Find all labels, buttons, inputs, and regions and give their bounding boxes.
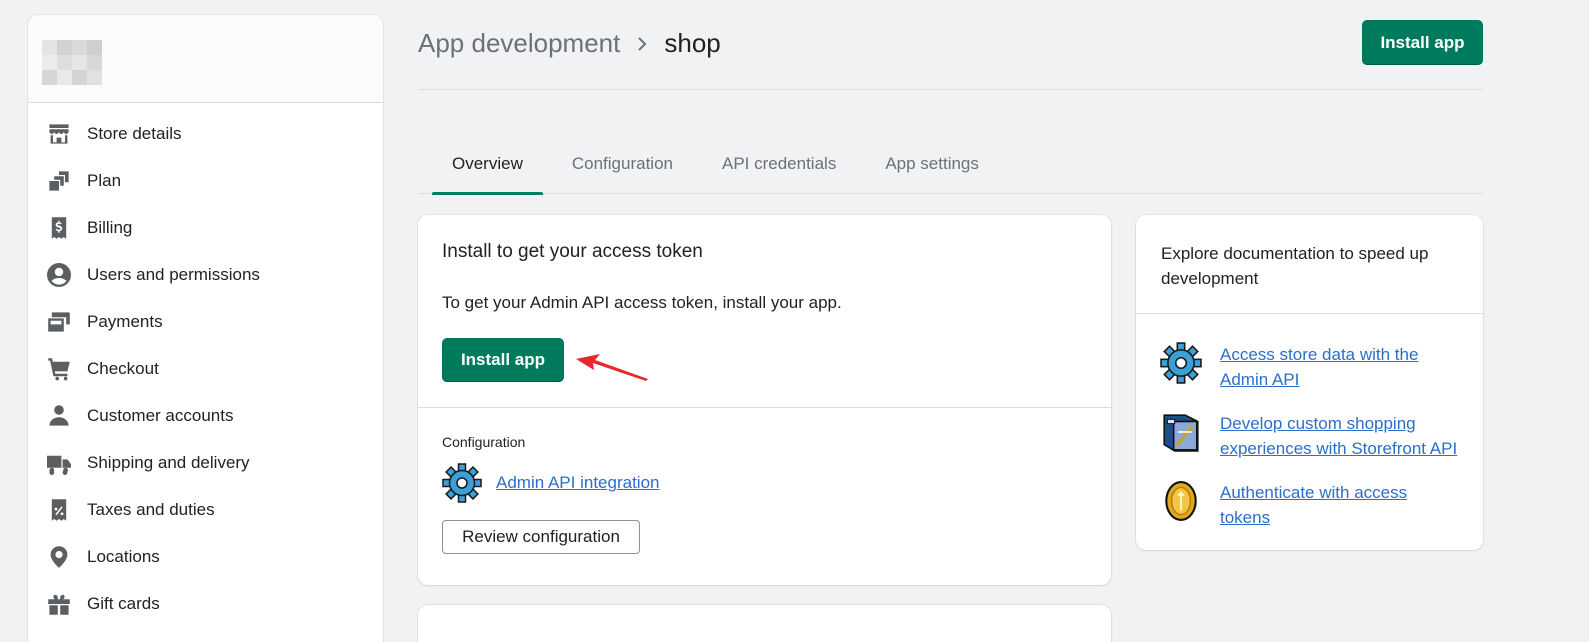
- header-install-app-button[interactable]: Install app: [1362, 20, 1483, 65]
- admin-api-integration-link[interactable]: Admin API integration: [496, 473, 659, 493]
- sidebar-item-shipping-and-delivery[interactable]: Shipping and delivery: [28, 439, 383, 486]
- billing-icon: [46, 215, 72, 241]
- sidebar-item-plan[interactable]: Plan: [28, 157, 383, 204]
- tab-api-credentials[interactable]: API credentials: [702, 142, 856, 194]
- next-card: [418, 605, 1111, 642]
- sidebar-item-locations[interactable]: Locations: [28, 533, 383, 580]
- sidebar-item-payments[interactable]: Payments: [28, 298, 383, 345]
- store-logo: [42, 40, 102, 85]
- gear-icon: [1160, 342, 1202, 384]
- install-card: Install to get your access token To get …: [418, 215, 1111, 585]
- doc-link-access-tokens[interactable]: Authenticate with access tokens: [1220, 480, 1459, 530]
- truck-icon: [46, 450, 72, 476]
- documentation-card-title: Explore documentation to speed up develo…: [1136, 215, 1483, 314]
- chevron-right-icon: [620, 34, 664, 54]
- page-title: shop: [664, 28, 721, 58]
- doc-link-storefront-api[interactable]: Develop custom shopping experiences with…: [1220, 411, 1459, 461]
- gift-icon: [46, 591, 72, 617]
- tab-configuration[interactable]: Configuration: [552, 142, 693, 194]
- sidebar-item-label: Locations: [87, 546, 160, 566]
- tab-overview[interactable]: Overview: [432, 142, 543, 195]
- settings-sidebar: Store details Plan Billing Users and per…: [28, 15, 383, 642]
- sidebar-item-taxes-and-duties[interactable]: Taxes and duties: [28, 486, 383, 533]
- tab-app-settings[interactable]: App settings: [865, 142, 999, 194]
- sidebar-item-customer-accounts[interactable]: Customer accounts: [28, 392, 383, 439]
- documentation-links: Access store data with the Admin API Dev…: [1136, 314, 1483, 530]
- configuration-section: Configuration Admin API integration Revi…: [418, 408, 1111, 554]
- payments-icon: [46, 309, 72, 335]
- sidebar-item-store-details[interactable]: Store details: [28, 110, 383, 157]
- sidebar-item-label: Users and permissions: [87, 264, 260, 284]
- sidebar-item-label: Taxes and duties: [87, 499, 215, 519]
- sidebar-item-users-and-permissions[interactable]: Users and permissions: [28, 251, 383, 298]
- install-app-button[interactable]: Install app: [442, 338, 564, 382]
- sidebar-item-label: Plan: [87, 170, 122, 190]
- configuration-label: Configuration: [442, 434, 526, 450]
- sidebar-item-label: Customer accounts: [87, 405, 234, 425]
- annotation-arrow-icon: [576, 354, 648, 381]
- settings-nav: Store details Plan Billing Users and per…: [28, 103, 383, 627]
- sidebar-item-checkout[interactable]: Checkout: [28, 345, 383, 392]
- sidebar-item-label: Checkout: [87, 358, 159, 378]
- sidebar-item-label: Billing: [87, 217, 133, 237]
- doc-link-admin-api[interactable]: Access store data with the Admin API: [1220, 342, 1459, 392]
- sidebar-item-label: Shipping and delivery: [87, 452, 250, 472]
- sidebar-item-label: Store details: [87, 123, 182, 143]
- location-pin-icon: [46, 544, 72, 570]
- store-icon: [46, 121, 72, 147]
- gear-icon: [442, 463, 482, 503]
- doc-item-storefront-api: Develop custom shopping experiences with…: [1160, 411, 1459, 461]
- breadcrumb-parent-link[interactable]: App development: [418, 28, 620, 59]
- breadcrumb: App development shop: [418, 28, 721, 59]
- install-card-description: To get your Admin API access token, inst…: [442, 293, 842, 312]
- customer-icon: [46, 403, 72, 429]
- store-logo-area: [28, 15, 383, 103]
- cart-icon: [46, 356, 72, 382]
- sidebar-item-billing[interactable]: Billing: [28, 204, 383, 251]
- install-card-title: Install to get your access token: [442, 241, 703, 262]
- coin-icon: [1165, 481, 1197, 521]
- sidebar-item-label: Payments: [87, 311, 163, 331]
- tax-receipt-icon: [46, 497, 72, 523]
- documentation-card: Explore documentation to speed up develo…: [1136, 215, 1483, 550]
- user-circle-icon: [46, 262, 72, 288]
- storefront-icon: [1163, 414, 1199, 452]
- tab-bar: Overview Configuration API credentials A…: [418, 142, 1483, 195]
- review-configuration-button[interactable]: Review configuration: [442, 520, 640, 554]
- sidebar-item-label: Gift cards: [87, 593, 160, 613]
- page-header: App development shop Install app: [418, 20, 1483, 90]
- install-section: Install to get your access token To get …: [418, 215, 1111, 408]
- plan-icon: [46, 168, 72, 194]
- admin-api-row: Admin API integration: [442, 463, 1087, 503]
- doc-item-admin-api: Access store data with the Admin API: [1160, 342, 1459, 392]
- sidebar-item-gift-cards[interactable]: Gift cards: [28, 580, 383, 627]
- doc-item-access-tokens: Authenticate with access tokens: [1160, 480, 1459, 530]
